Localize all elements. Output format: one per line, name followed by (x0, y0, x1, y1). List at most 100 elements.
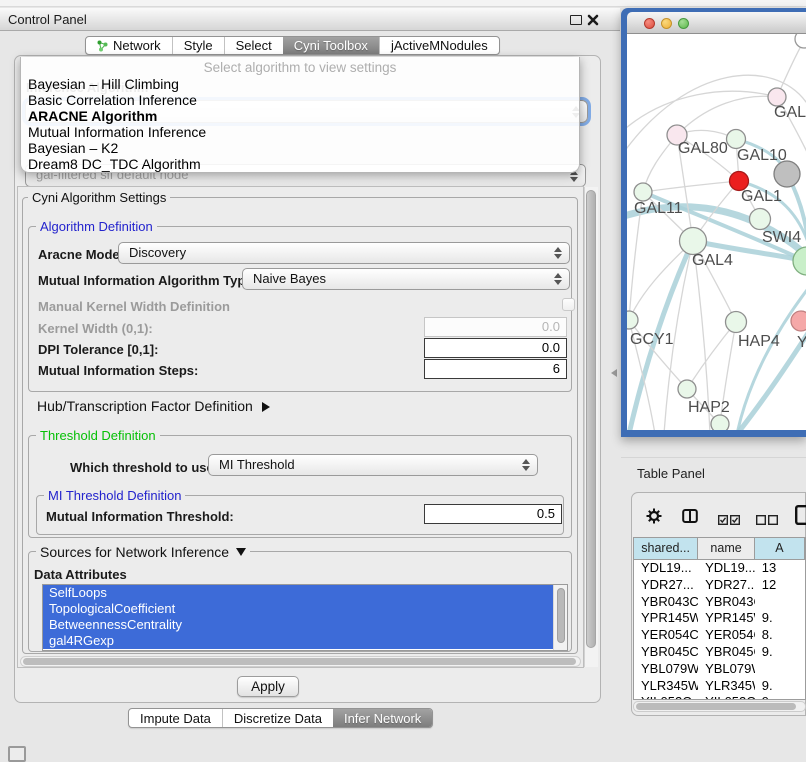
table-horizontal-scrollbar[interactable] (633, 701, 806, 712)
clear-all-checkboxes-icon[interactable] (756, 512, 778, 530)
close-icon[interactable] (587, 13, 599, 25)
network-edge[interactable] (677, 96, 777, 135)
table-columns-icon[interactable] (682, 508, 698, 529)
attributes-list-scrollbar-thumb[interactable] (557, 588, 565, 643)
table-panel-divider (621, 457, 806, 458)
dpi-tolerance-input[interactable]: 0.0 (424, 338, 567, 358)
tab-cyni-toolbox[interactable]: Cyni Toolbox (283, 37, 379, 54)
column-header-name[interactable]: name (698, 538, 755, 560)
tab-network[interactable]: Network (86, 37, 172, 54)
tab-discretize-data[interactable]: Discretize Data (222, 709, 333, 727)
float-window-icon[interactable] (570, 15, 582, 25)
sources-section-header[interactable]: Sources for Network Inference (36, 544, 250, 560)
settings-vertical-scrollbar-thumb[interactable] (586, 190, 596, 648)
table-cell: YIL052C (634, 694, 698, 700)
table-cell: 9 (755, 694, 805, 700)
network-node-label: GAL4 (692, 252, 733, 269)
minimized-window-icon[interactable] (8, 746, 26, 762)
cyni-bottom-tab-bar: Impute DataDiscretize DataInfer Network (128, 708, 433, 728)
mi-threshold-label: Mutual Information Threshold: (46, 509, 234, 524)
network-edge[interactable] (643, 181, 739, 192)
network-node-hap4[interactable] (726, 312, 747, 333)
attribute-item-betweennesscentrality[interactable]: BetweennessCentrality (43, 617, 553, 633)
kernel-width-input[interactable]: 0.0 (424, 317, 567, 337)
table-cell (755, 594, 805, 611)
network-edge[interactable] (629, 241, 693, 320)
network-node-swi4[interactable] (750, 209, 771, 230)
table-row[interactable]: YER054CYER054C8. (634, 627, 805, 644)
tab-style[interactable]: Style (172, 37, 224, 54)
attribute-item-gal4rgexp[interactable]: gal4RGexp (43, 633, 553, 649)
mi-steps-input[interactable]: 6 (424, 359, 567, 379)
settings-horizontal-scrollbar-thumb[interactable] (23, 658, 576, 665)
node-table: shared...nameA YDL19...YDL19...13YDR27..… (633, 537, 806, 700)
attribute-item-selfloops[interactable]: SelfLoops (43, 585, 553, 601)
network-node[interactable] (795, 34, 806, 48)
algorithm-option-dream8-dc-tdc-algorithm[interactable]: Dream8 DC_TDC Algorithm (21, 156, 579, 172)
network-node-gal10[interactable] (727, 130, 746, 149)
hub-definition-section-header[interactable]: Hub/Transcription Factor Definition (37, 398, 270, 414)
network-canvas[interactable]: GALGAL80GAL10GAL1GAL11GAL4SWI4GCY1HAP4YH… (627, 34, 806, 430)
algorithm-option-bayesian-hill-climbing[interactable]: Bayesian – Hill Climbing (21, 76, 579, 92)
table-row[interactable]: YDL19...YDL19...13 (634, 560, 805, 577)
combo-arrows-icon (522, 459, 529, 471)
network-node-hap2[interactable] (678, 380, 696, 398)
expanded-arrow-icon (236, 548, 246, 556)
network-edge[interactable] (737, 286, 806, 430)
table-row[interactable]: YIL052CYIL052C9 (634, 694, 805, 700)
network-window-titlebar[interactable] (627, 12, 806, 34)
settings-horizontal-scrollbar[interactable] (20, 656, 581, 667)
table-row[interactable]: YBR045CYBR045C9. (634, 644, 805, 661)
which-threshold-combobox[interactable]: MI Threshold (208, 454, 538, 476)
network-node[interactable] (711, 415, 729, 430)
desktop: { "control_panel": { "title": "Control P… (0, 0, 806, 762)
attributes-list-scrollbar[interactable] (553, 585, 567, 650)
table-cell: YDL19... (698, 560, 755, 577)
network-node-label: GAL10 (737, 147, 787, 164)
aracne-mode-combobox[interactable]: Discovery (118, 242, 570, 264)
window-zoom-icon[interactable] (678, 18, 689, 29)
algorithm-definition-title: Algorithm Definition (36, 219, 157, 234)
panel-splitter-arrow-icon[interactable] (611, 369, 617, 377)
mi-threshold-definition-title: MI Threshold Definition (44, 488, 185, 503)
table-settings-gear-icon[interactable] (646, 508, 662, 529)
table-row[interactable]: YBL079WYBL079W (634, 661, 805, 678)
kernel-width-label: Kernel Width (0,1): (38, 321, 153, 336)
attribute-item-topologicalcoefficient[interactable]: TopologicalCoefficient (43, 601, 553, 617)
table-cell: YBR045C (634, 644, 698, 661)
manual-kernel-checkbox[interactable] (562, 298, 575, 311)
manual-kernel-label: Manual Kernel Width Definition (38, 299, 230, 314)
tab-jactivemnodules[interactable]: jActiveMNodules (379, 37, 499, 54)
table-row[interactable]: YLR345WYLR345W9. (634, 678, 805, 695)
network-node-gcy1[interactable] (627, 311, 638, 329)
mi-threshold-input[interactable]: 0.5 (424, 504, 562, 524)
apply-button[interactable]: Apply (237, 676, 299, 697)
network-edge[interactable] (687, 322, 736, 389)
table-cell (755, 661, 805, 678)
combo-arrows-icon (554, 247, 561, 259)
column-header-shared[interactable]: shared... (634, 538, 698, 560)
window-minimize-icon[interactable] (661, 18, 672, 29)
tab-select[interactable]: Select (224, 37, 283, 54)
table-cell: YER054C (698, 627, 755, 644)
select-all-checkboxes-icon[interactable] (718, 512, 740, 530)
algorithm-option-basic-correlation-inference[interactable]: Basic Correlation Inference (21, 92, 579, 108)
column-header-a[interactable]: A (755, 538, 805, 560)
algorithm-option-mutual-information-inference[interactable]: Mutual Information Inference (21, 124, 579, 140)
window-close-icon[interactable] (644, 18, 655, 29)
network-node-gal11[interactable] (634, 183, 652, 201)
table-horizontal-scrollbar-thumb[interactable] (636, 703, 796, 710)
tab-infer-network[interactable]: Infer Network (333, 709, 432, 727)
algorithm-option-aracne-algorithm[interactable]: ARACNE Algorithm (21, 108, 579, 124)
network-node-y[interactable] (791, 311, 806, 331)
network-node-gal4[interactable] (680, 228, 707, 255)
network-node[interactable] (774, 161, 800, 187)
algorithm-option-bayesian-k2[interactable]: Bayesian – K2 (21, 140, 579, 156)
table-document-icon[interactable] (795, 505, 806, 530)
table-row[interactable]: YBR043CYBR043C (634, 594, 805, 611)
table-row[interactable]: YPR145WYPR145W9. (634, 610, 805, 627)
mi-type-combobox[interactable]: Naive Bayes (242, 268, 570, 290)
table-row[interactable]: YDR27...YDR27...12 (634, 577, 805, 594)
network-node[interactable] (793, 247, 806, 275)
tab-impute-data[interactable]: Impute Data (129, 709, 222, 727)
